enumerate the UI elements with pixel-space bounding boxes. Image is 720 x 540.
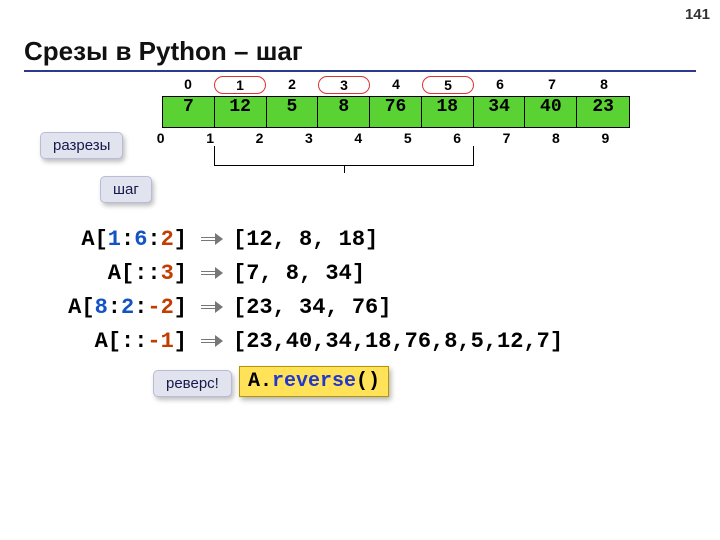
- cell-6: 34: [474, 97, 526, 127]
- bottom-index-3: 3: [284, 130, 333, 146]
- cell-3: 8: [318, 97, 370, 127]
- label-reverse: реверс!: [153, 370, 232, 397]
- top-index-6: 6: [474, 76, 526, 94]
- array-block: 012345678 712587618344023 0123456789: [162, 76, 630, 146]
- slide-title: Срезы в Python – шаг: [24, 36, 303, 67]
- label-step: шаг: [100, 176, 152, 203]
- cell-1: 12: [215, 97, 267, 127]
- cell-2: 5: [267, 97, 319, 127]
- cell-7: 40: [525, 97, 577, 127]
- top-indices: 012345678: [162, 76, 630, 94]
- top-index-1: 1: [214, 76, 266, 94]
- bottom-index-6: 6: [432, 130, 481, 146]
- reverse-code: A.reverse(): [239, 366, 389, 397]
- slice-4-expr: A[::-1]: [32, 329, 187, 354]
- array-cells: 712587618344023: [162, 96, 630, 128]
- arrow-icon: [201, 301, 223, 313]
- cell-8: 23: [577, 97, 629, 127]
- slice-3-result: [23, 34, 76]: [233, 295, 592, 320]
- cell-4: 76: [370, 97, 422, 127]
- cuts-bracket: [214, 146, 474, 166]
- top-index-0: 0: [162, 76, 214, 94]
- arrow-icon: [201, 267, 223, 279]
- slice-2: A[::3] [7, 8, 34]: [32, 258, 592, 288]
- top-index-4: 4: [370, 76, 422, 94]
- bottom-indices: 0123456789: [136, 130, 630, 146]
- title-underline: [24, 70, 696, 72]
- cell-5: 18: [422, 97, 474, 127]
- bottom-index-0: 0: [136, 130, 185, 146]
- cell-0: 7: [163, 97, 215, 127]
- slice-4: A[::-1] [23,40,34,18,76,8,5,12,7]: [32, 326, 592, 356]
- label-cuts: разрезы: [40, 132, 123, 159]
- bottom-index-2: 2: [235, 130, 284, 146]
- bottom-index-9: 9: [581, 130, 630, 146]
- bottom-index-8: 8: [531, 130, 580, 146]
- slice-1-expr: A[1:6:2]: [32, 227, 187, 252]
- slice-2-expr: A[::3]: [32, 261, 187, 286]
- slice-3-expr: A[8:2:-2]: [32, 295, 187, 320]
- bottom-index-4: 4: [334, 130, 383, 146]
- arrow-icon: [201, 335, 223, 347]
- top-index-7: 7: [526, 76, 578, 94]
- top-index-5: 5: [422, 76, 474, 94]
- arrow-icon: [201, 233, 223, 245]
- bottom-index-1: 1: [185, 130, 234, 146]
- slice-4-result: [23,40,34,18,76,8,5,12,7]: [233, 329, 592, 354]
- slice-1-result: [12, 8, 18]: [233, 227, 592, 252]
- page-number: 141: [685, 6, 710, 23]
- top-index-8: 8: [578, 76, 630, 94]
- top-index-3: 3: [318, 76, 370, 94]
- bottom-index-5: 5: [383, 130, 432, 146]
- bottom-index-7: 7: [482, 130, 531, 146]
- slice-3: A[8:2:-2] [23, 34, 76]: [32, 292, 592, 322]
- top-index-2: 2: [266, 76, 318, 94]
- slice-2-result: [7, 8, 34]: [233, 261, 592, 286]
- slice-1: A[1:6:2] [12, 8, 18]: [32, 224, 592, 254]
